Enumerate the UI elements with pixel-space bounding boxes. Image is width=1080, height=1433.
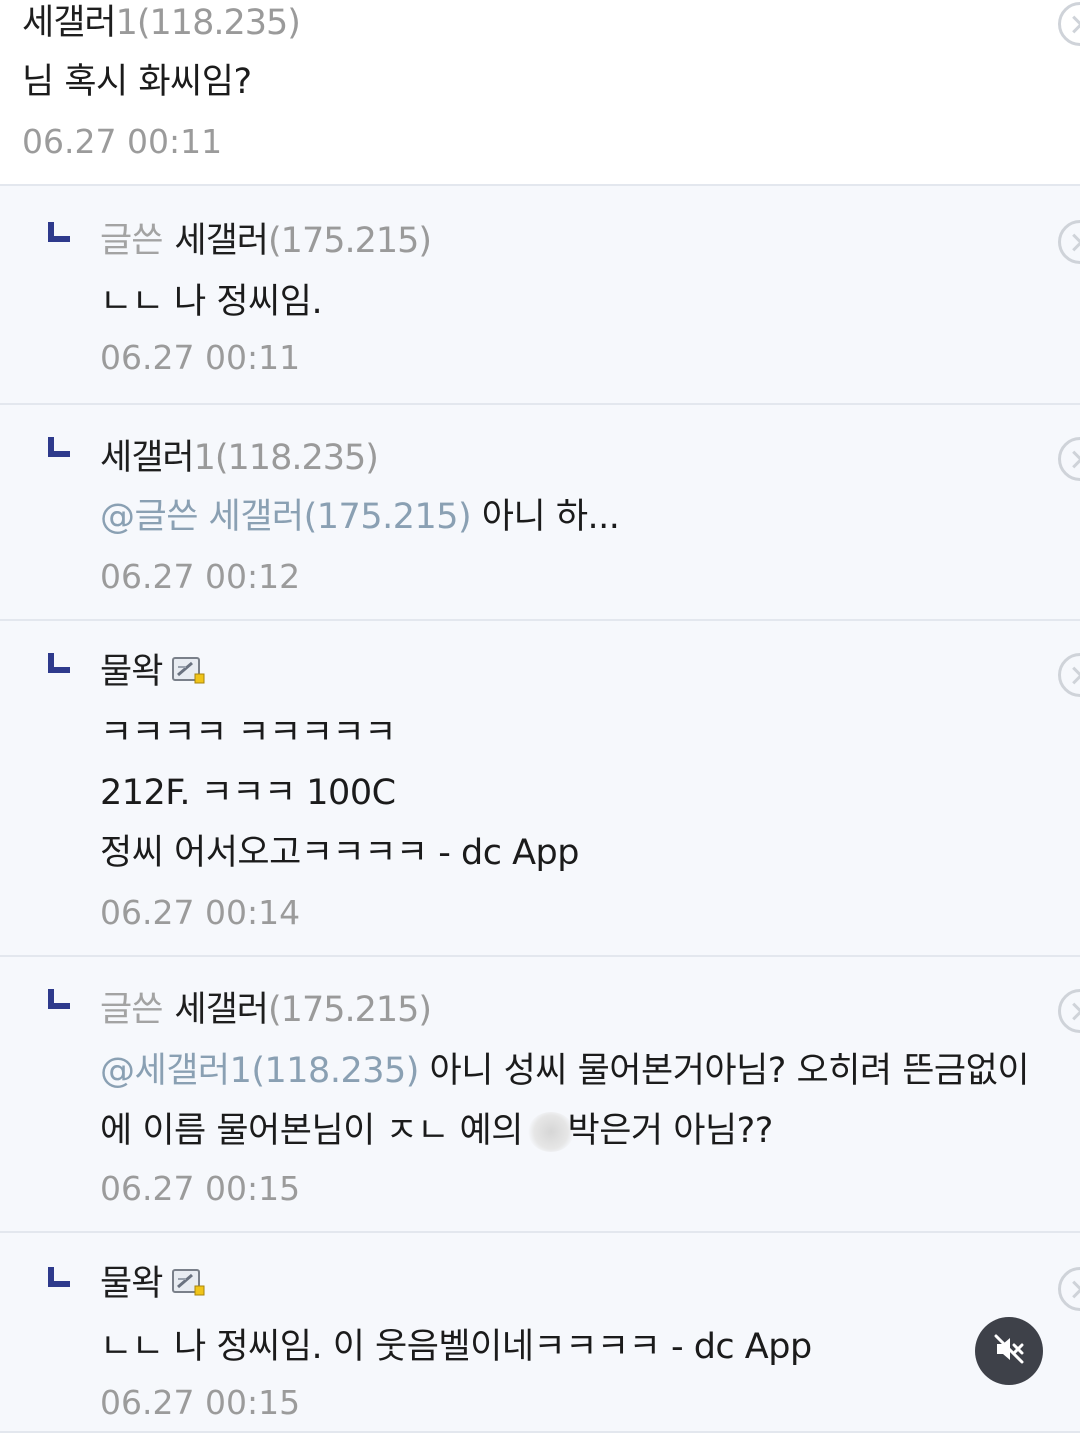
author-ip: 1(118.235) bbox=[115, 3, 301, 43]
content-line: @세갤러1(118.235) 아니 성씨 물어본거아님? 오히려 뜬금없이 bbox=[100, 1041, 1030, 1101]
comment-date: 06.27 00:14 bbox=[100, 893, 301, 932]
reply-item: 글쓴 세갤러(175.215) ㄴㄴ 나 정씨임. 06.27 00:11 bbox=[0, 186, 1080, 405]
comment-author[interactable]: 글쓴 세갤러(175.215) bbox=[100, 212, 432, 263]
author-nick: 세갤러 bbox=[174, 990, 269, 1030]
author-nick: 물왁 bbox=[100, 1264, 163, 1304]
content-text: 에 이름 물어본님이 ㅈㄴ 예의 bbox=[100, 1111, 534, 1151]
reply-item: 세갤러1(118.235) @글쓴 세갤러(175.215) 아니 하... 0… bbox=[0, 405, 1080, 621]
author-ip: (175.215) bbox=[268, 990, 432, 1030]
mute-toggle-button[interactable] bbox=[975, 1317, 1043, 1385]
comment-date: 06.27 00:12 bbox=[100, 557, 301, 596]
reply-arrow-icon bbox=[48, 653, 70, 673]
content-line: @글쓴 세갤러(175.215) 아니 하... bbox=[100, 487, 620, 547]
author-nick: 세갤러 bbox=[174, 221, 269, 261]
comment-date: 06.27 00:11 bbox=[100, 338, 301, 377]
reply-arrow-icon bbox=[48, 437, 70, 457]
delete-comment-icon[interactable] bbox=[1058, 989, 1080, 1033]
comment-author[interactable]: 물왁 bbox=[100, 643, 208, 694]
reply-arrow-icon bbox=[48, 1267, 70, 1287]
delete-comment-icon[interactable] bbox=[1058, 2, 1080, 46]
content-text: 박은거 아님?? bbox=[567, 1111, 774, 1151]
comment-content: @세갤러1(118.235) 아니 성씨 물어본거아님? 오히려 뜬금없이 에 … bbox=[100, 1041, 1030, 1161]
mention-link[interactable]: @세갤러1(118.235) bbox=[100, 1051, 419, 1091]
content-text: 아니 성씨 물어본거아님? 오히려 뜬금없이 bbox=[418, 1051, 1030, 1091]
gallog-member-icon[interactable] bbox=[172, 1266, 208, 1296]
comment-author[interactable]: 세갤러1(118.235) bbox=[22, 0, 301, 45]
author-ip: 1(118.235) bbox=[193, 438, 379, 478]
delete-comment-icon[interactable] bbox=[1058, 1267, 1080, 1311]
reply-item: 물왁 ㄴㄴ 나 정씨임. 이 웃음벨이네ㅋㅋㅋㅋ - dc App 06.27 … bbox=[0, 1233, 1080, 1433]
content-line: 정씨 어서오고ㅋㅋㅋㅋ - dc App bbox=[100, 833, 579, 873]
reply-item: 글쓴 세갤러(175.215) @세갤러1(118.235) 아니 성씨 물어본거… bbox=[0, 957, 1080, 1233]
content-line: ㄴㄴ 나 정씨임. bbox=[100, 282, 323, 322]
content-line: 에 이름 물어본님이 ㅈㄴ 예의 박은거 아님?? bbox=[100, 1101, 1029, 1161]
author-nick: 세갤러 bbox=[22, 3, 117, 43]
comment-content: ㅋㅋㅋㅋ ㅋㅋㅋㅋㅋ 212F. ㅋㅋㅋ 100C 정씨 어서오고ㅋㅋㅋㅋ - … bbox=[100, 703, 579, 883]
gallog-member-icon[interactable] bbox=[172, 654, 208, 684]
muted-speaker-icon bbox=[992, 1332, 1026, 1370]
comment-author[interactable]: 물왁 bbox=[100, 1255, 208, 1306]
comment-date: 06.27 00:15 bbox=[100, 1169, 301, 1208]
content-line: ㄴㄴ 나 정씨임. 이 웃음벨이네ㅋㅋㅋㅋ - dc App bbox=[100, 1327, 812, 1367]
comment-content: ㄴㄴ 나 정씨임. 이 웃음벨이네ㅋㅋㅋㅋ - dc App bbox=[100, 1317, 812, 1377]
content-line: 212F. ㅋㅋㅋ 100C bbox=[100, 773, 396, 813]
comment-author[interactable]: 세갤러1(118.235) bbox=[100, 429, 379, 480]
comment-date: 06.27 00:11 bbox=[22, 122, 223, 161]
comment-item: 세갤러1(118.235) 님 혹시 화씨임? 06.27 00:11 bbox=[0, 0, 1080, 186]
reply-item: 물왁 ㅋㅋㅋㅋ ㅋㅋㅋㅋㅋ 212F. ㅋㅋㅋ 100C 정씨 어서오고ㅋㅋㅋㅋ… bbox=[0, 621, 1080, 957]
comment-content: @글쓴 세갤러(175.215) 아니 하... bbox=[100, 487, 620, 547]
delete-comment-icon[interactable] bbox=[1058, 437, 1080, 481]
comment-content: ㄴㄴ 나 정씨임. bbox=[100, 272, 323, 332]
content-line: 님 혹시 화씨임? bbox=[22, 62, 252, 102]
comment-author[interactable]: 글쓴 세갤러(175.215) bbox=[100, 981, 432, 1032]
comment-content: 님 혹시 화씨임? bbox=[22, 52, 252, 112]
content-text: 아니 하... bbox=[471, 497, 620, 537]
reply-arrow-icon bbox=[48, 989, 70, 1009]
delete-comment-icon[interactable] bbox=[1058, 220, 1080, 264]
reply-arrow-icon bbox=[48, 222, 70, 242]
writer-tag: 글쓴 bbox=[100, 990, 163, 1030]
mention-link[interactable]: @글쓴 세갤러(175.215) bbox=[100, 497, 472, 537]
writer-tag: 글쓴 bbox=[100, 221, 163, 261]
author-ip: (175.215) bbox=[268, 221, 432, 261]
comment-date: 06.27 00:15 bbox=[100, 1383, 301, 1422]
content-line: ㅋㅋㅋㅋ ㅋㅋㅋㅋㅋ bbox=[100, 713, 396, 753]
author-nick: 세갤러 bbox=[100, 438, 195, 478]
author-nick: 물왁 bbox=[100, 652, 163, 692]
delete-comment-icon[interactable] bbox=[1058, 653, 1080, 697]
